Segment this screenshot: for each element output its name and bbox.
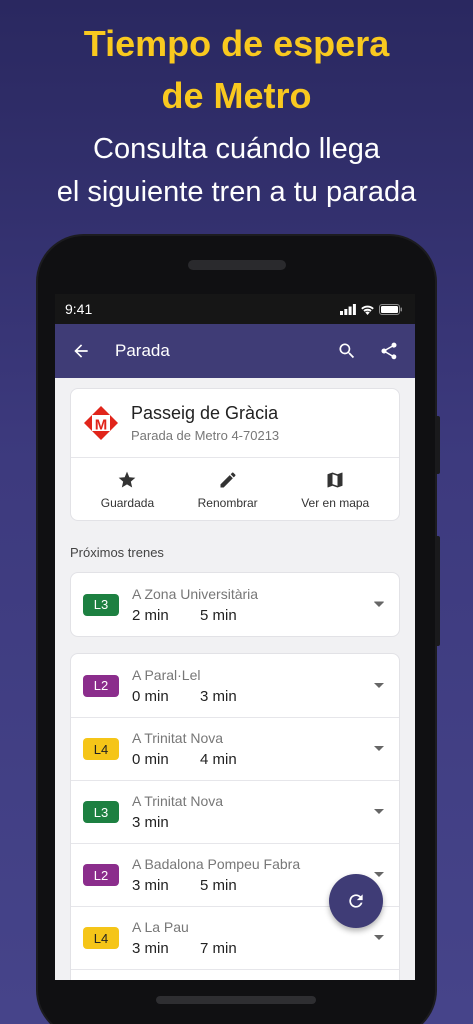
wifi-icon	[361, 305, 374, 315]
promo-title: Tiempo de espera de Metro	[0, 18, 473, 122]
train-times: 3 min 7 min	[132, 940, 371, 957]
stop-text: Passeig de Gràcia Parada de Metro 4-7021…	[131, 403, 279, 443]
share-icon[interactable]	[377, 339, 401, 363]
chevron-down-icon[interactable]	[371, 808, 387, 816]
train-info: A Paral·Lel 0 min 3 min	[132, 667, 371, 705]
section-title: Próximos trenes	[70, 545, 164, 560]
promo-subtitle-line2: el siguiente tren a tu parada	[56, 176, 417, 208]
status-bar: 9:41	[55, 294, 415, 324]
saved-button[interactable]: Guardada	[101, 470, 154, 510]
signal-icon	[340, 303, 356, 315]
train-times: 3 min	[132, 814, 371, 831]
chevron-down-icon[interactable]	[371, 601, 387, 609]
chevron-down-icon[interactable]	[371, 934, 387, 942]
train-row[interactable]: L2 A Paral·Lel 0 min 3 min	[71, 654, 399, 717]
train-info: A Trinitat Nova 0 min 4 min	[132, 730, 371, 768]
train-times: 2 min 5 min	[132, 607, 371, 624]
phone-frame: 9:41 Parada M Passeig de Gràcia Parada d…	[38, 236, 440, 1024]
train-time-2: 7 min	[200, 940, 237, 957]
status-icons	[340, 303, 403, 315]
train-time-1: 0 min	[132, 687, 169, 705]
promo-title-line2: de Metro	[161, 75, 312, 116]
train-info: A Zona Universitària 2 min 5 min	[132, 586, 371, 624]
app-screen: 9:41 Parada M Passeig de Gràcia Parada d…	[55, 294, 415, 980]
chevron-down-icon[interactable]	[371, 871, 387, 879]
train-time-2: 5 min	[200, 877, 237, 894]
stop-header: M Passeig de Gràcia Parada de Metro 4-70…	[71, 389, 399, 457]
chevron-down-icon[interactable]	[371, 745, 387, 753]
train-info: A Trinitat Nova 3 min	[132, 793, 371, 831]
stop-name: Passeig de Gràcia	[131, 403, 279, 423]
stop-actions: Guardada Renombrar Ver en mapa	[71, 457, 399, 520]
view-map-label: Ver en mapa	[301, 496, 370, 510]
metro-logo-icon: M	[84, 406, 118, 440]
refresh-button[interactable]	[329, 874, 383, 928]
train-list-group-2: L2 A Paral·Lel 0 min 3 min L4 A Trinitat…	[70, 653, 400, 980]
pencil-icon	[220, 472, 236, 488]
train-time-1: 3 min	[132, 814, 169, 831]
train-time-2: 3 min	[200, 687, 237, 705]
train-times: 0 min 3 min	[132, 688, 371, 705]
star-icon	[119, 471, 136, 488]
train-row-partial[interactable]	[71, 969, 399, 980]
phone-speaker	[188, 260, 286, 270]
promo-title-line1: Tiempo de espera	[83, 23, 390, 64]
train-time-1: 0 min	[132, 751, 169, 768]
chevron-down-icon[interactable]	[371, 682, 387, 690]
train-time-2: 4 min	[200, 751, 237, 768]
status-time: 9:41	[65, 301, 93, 317]
map-icon	[327, 472, 343, 488]
home-indicator	[156, 996, 316, 1004]
train-times: 0 min 4 min	[132, 751, 371, 768]
train-destination: A Trinitat Nova	[132, 730, 224, 746]
line-badge: L3	[83, 593, 119, 616]
train-destination: A Paral·Lel	[132, 666, 201, 683]
train-destination: A Zona Universitària	[132, 585, 259, 602]
line-badge: L4	[83, 738, 119, 760]
saved-label: Guardada	[100, 496, 155, 510]
app-bar: Parada	[55, 324, 415, 378]
train-destination: A Trinitat Nova	[132, 793, 224, 809]
line-badge: L4	[83, 927, 119, 949]
train-info: A La Pau 3 min 7 min	[132, 919, 371, 957]
phone-side-button	[435, 416, 440, 474]
line-badge: L2	[83, 864, 119, 886]
train-destination: A Badalona Pompeu Fabra	[132, 856, 301, 872]
train-time-2	[200, 814, 268, 831]
train-time-2: 5 min	[200, 606, 237, 624]
train-list-group-1: L3 A Zona Universitària 2 min 5 min	[70, 572, 400, 637]
arrow-back-icon[interactable]	[69, 339, 93, 363]
train-time-1: 3 min	[132, 877, 169, 894]
app-bar-actions	[335, 339, 401, 363]
refresh-icon	[349, 894, 363, 908]
phone-side-button	[435, 536, 440, 646]
train-row[interactable]: L3 A Zona Universitària 2 min 5 min	[71, 573, 399, 636]
rename-button[interactable]: Renombrar	[198, 470, 258, 510]
search-icon[interactable]	[335, 339, 359, 363]
train-row[interactable]: L3 A Trinitat Nova 3 min	[71, 780, 399, 843]
train-time-1: 3 min	[132, 940, 169, 957]
view-map-button[interactable]: Ver en mapa	[301, 470, 369, 510]
promo-subtitle-line1: Consulta cuándo llega	[93, 133, 380, 165]
train-time-1: 2 min	[132, 606, 169, 624]
stop-card: M Passeig de Gràcia Parada de Metro 4-70…	[70, 388, 400, 521]
train-destination: A La Pau	[132, 919, 189, 935]
page-title: Parada	[115, 341, 170, 360]
metro-logo-letter: M	[95, 417, 108, 434]
line-badge: L2	[83, 674, 119, 697]
line-badge: L3	[83, 801, 119, 823]
stop-code: Parada de Metro 4-70213	[131, 428, 280, 443]
battery-icon	[379, 303, 402, 315]
promo-subtitle: Consulta cuándo llega el siguiente tren …	[0, 128, 473, 214]
rename-label: Renombrar	[197, 496, 258, 510]
train-row[interactable]: L4 A Trinitat Nova 0 min 4 min	[71, 717, 399, 780]
